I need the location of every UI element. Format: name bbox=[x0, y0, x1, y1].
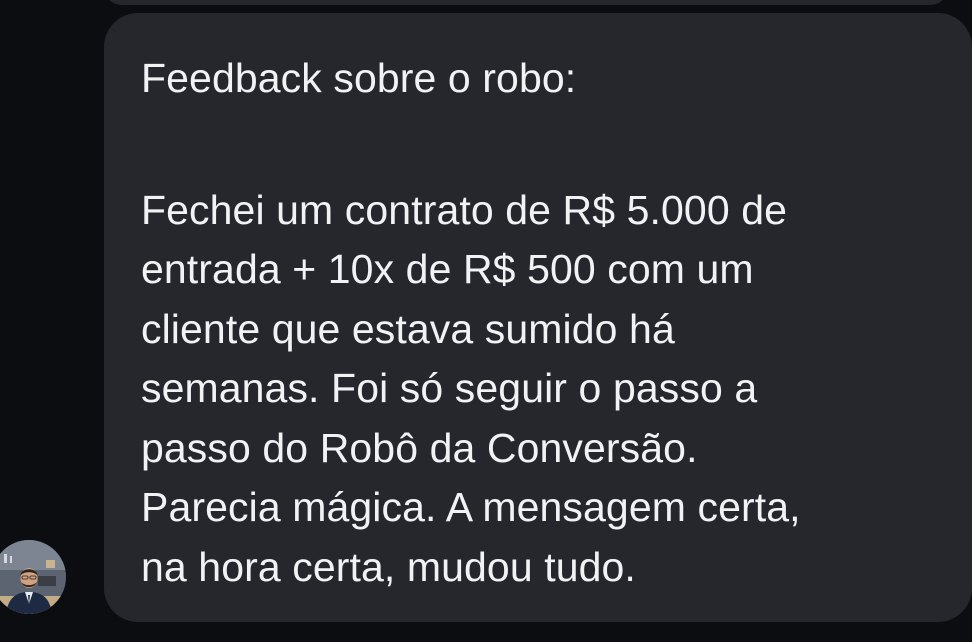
previous-message-bubble[interactable] bbox=[104, 0, 948, 5]
message-line-6: Parecia mágica. A mensagem certa, bbox=[141, 484, 801, 530]
message-bubble[interactable]: Feedback sobre o robo: Fechei um contrat… bbox=[104, 13, 972, 622]
message-line-5: passo do Robô da Conversão. bbox=[141, 424, 698, 471]
message-line-4: semanas. Foi só seguir o passo a bbox=[141, 365, 758, 411]
user-avatar-icon bbox=[0, 540, 66, 614]
message-line-7: na hora certa, mudou tudo. bbox=[141, 543, 636, 590]
message-title: Feedback sobre o robo: bbox=[141, 55, 577, 101]
sender-avatar[interactable] bbox=[0, 540, 66, 614]
message-line-3: cliente que estava sumido há bbox=[141, 305, 675, 352]
message-line-2: entrada + 10x de R$ 500 com um bbox=[141, 246, 754, 292]
message-line-1: Fechei um contrato de R$ 5.000 de bbox=[141, 186, 788, 233]
